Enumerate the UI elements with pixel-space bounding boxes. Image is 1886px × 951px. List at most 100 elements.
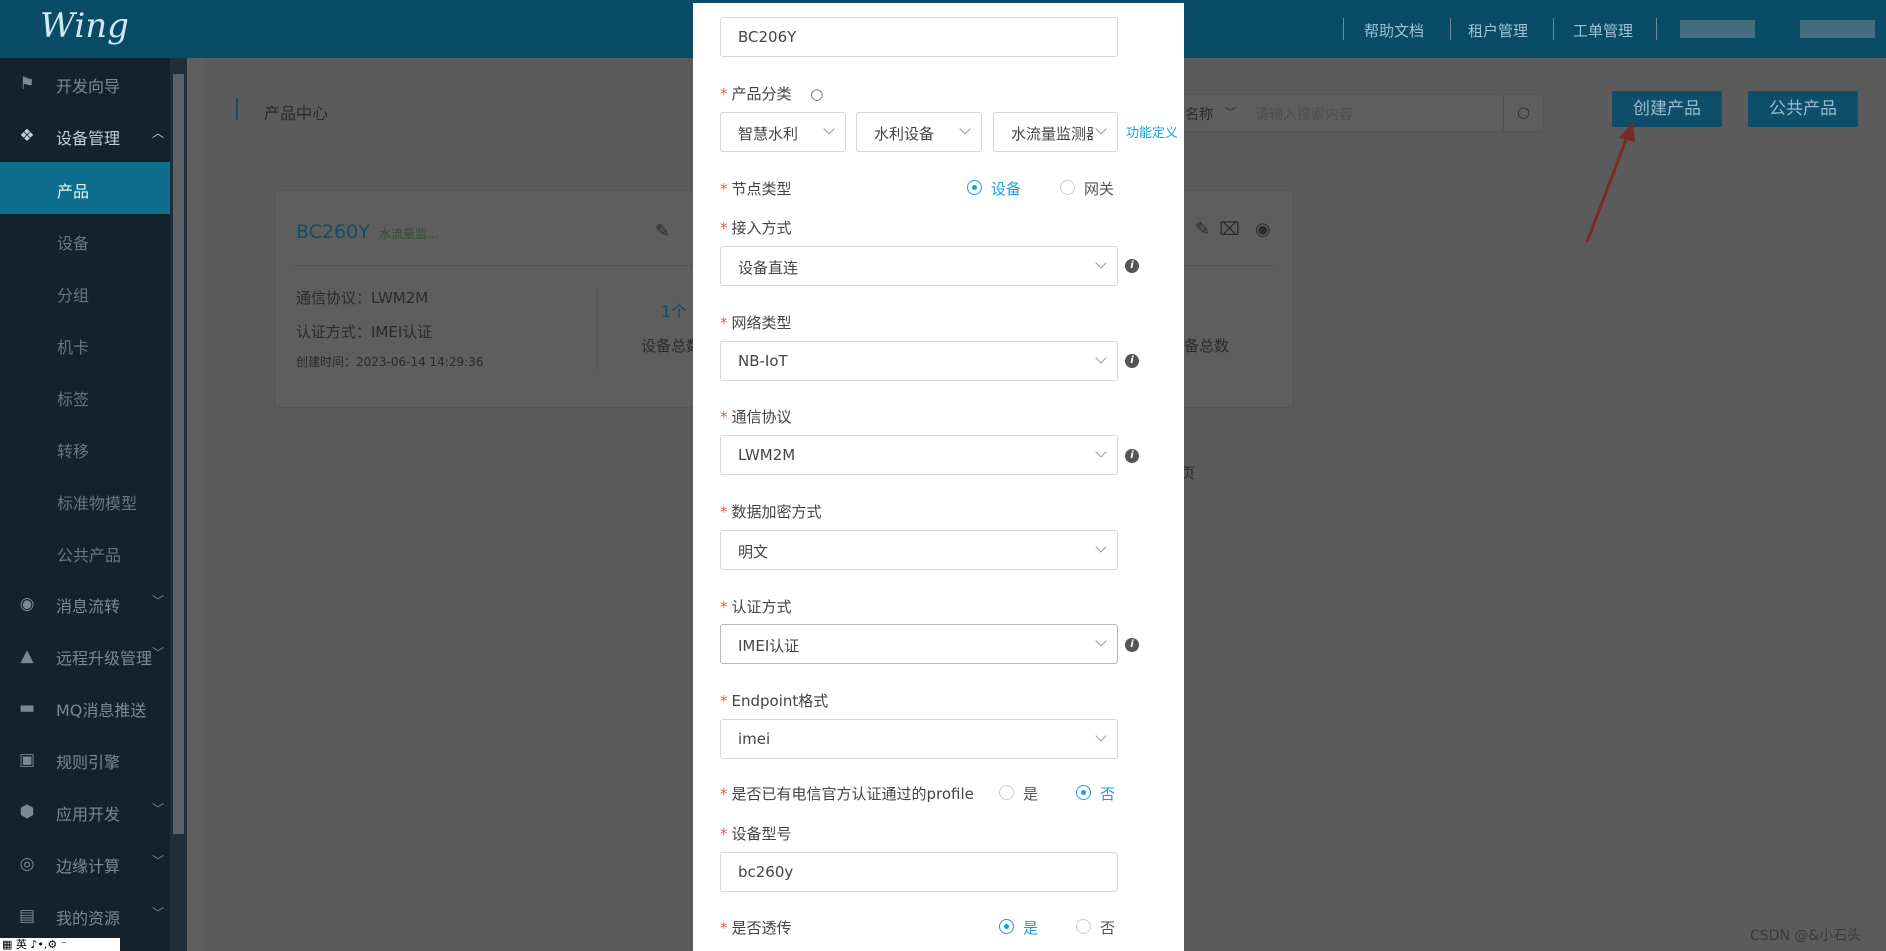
red-arrow-annotation [1585, 122, 1635, 243]
divider [597, 289, 598, 369]
chevron-down-icon [1095, 446, 1107, 458]
auth-method-select[interactable]: IMEI认证 [720, 624, 1118, 664]
divider [1343, 18, 1344, 40]
sidebar-subitem-product[interactable]: 产品 [0, 162, 187, 214]
create-product-dialog: BC206Y * 产品分类 ○ 智慧水利 水利设备 水流量监测器 功能定义 * 节点… [693, 3, 1184, 951]
device-model-input[interactable]: bc260y [720, 852, 1118, 892]
edit-icon[interactable]: ✎ [655, 221, 670, 242]
grid-icon: ❖ [19, 126, 35, 146]
sidebar-item-remote-upgrade[interactable]: ▲ 远程升级管理 ﹀ [0, 630, 187, 682]
protocol-label: * 通信协议 [720, 408, 792, 426]
sidebar-subitem-sim-card[interactable]: 机卡 [0, 318, 187, 370]
access-method-select[interactable]: 设备直连 [720, 246, 1118, 286]
protocol-select[interactable]: LWM2M [720, 435, 1118, 475]
resource-icon: ▤ [18, 906, 36, 926]
chevron-down-icon [1095, 257, 1107, 269]
scrollbar-thumb[interactable] [173, 74, 184, 834]
product-name-input[interactable]: BC206Y [720, 17, 1118, 57]
help-docs-link[interactable]: 帮助文档 [1364, 20, 1424, 41]
search-input[interactable]: 请输入搜索内容 [1255, 104, 1353, 124]
category-level3-select[interactable]: 水流量监测器 [993, 112, 1118, 152]
chevron-up-icon: ︿ [152, 126, 165, 140]
sidebar-item-message-flow[interactable]: ◉ 消息流转 ﹀ [0, 578, 187, 630]
public-product-button[interactable]: 公共产品 [1748, 91, 1858, 127]
info-icon[interactable]: i [1125, 259, 1139, 273]
rule-icon: ▣ [18, 750, 36, 770]
network-type-select[interactable]: NB-IoT [720, 341, 1118, 381]
info-icon[interactable]: i [1125, 638, 1139, 652]
chevron-down-icon: ﹀ [152, 854, 165, 868]
function-definition-link[interactable]: 功能定义 [1126, 122, 1178, 141]
chevron-down-icon [1095, 123, 1107, 135]
chevron-down-icon [823, 123, 835, 135]
info-icon[interactable]: i [1125, 354, 1139, 368]
search-icon[interactable]: ○ [1517, 103, 1530, 121]
grid-icon: ▦ [2, 938, 13, 951]
sidebar-item-my-resources[interactable]: ▤ 我的资源 ﹀ [0, 890, 187, 942]
sidebar-subitem-standard-model[interactable]: 标准物模型 [0, 474, 187, 526]
blurred-user-info[interactable] [1680, 20, 1755, 38]
sidebar-subitem-tag[interactable]: 标签 [0, 370, 187, 422]
device-count-label: 设备总数 [641, 337, 702, 355]
chat-icon: ▬ [18, 698, 36, 718]
sidebar-subitem-device[interactable]: 设备 [0, 214, 187, 266]
divider [1553, 18, 1554, 40]
signpost-icon: ⚑ [19, 74, 35, 94]
chevron-down-icon: ﹀ [1225, 106, 1236, 119]
chevron-down-icon: ﹀ [152, 906, 165, 920]
product-card-protocol: 通信协议：LWM2M [296, 289, 429, 307]
search-bar[interactable]: 名称 ﹀ 请输入搜索内容 ○ [1174, 94, 1544, 132]
product-card-name[interactable]: BC260Y [296, 221, 370, 243]
wing-logo[interactable]: Wing [40, 6, 129, 46]
device-count-label-right: 备总数 [1184, 337, 1230, 355]
sidebar-item-app-dev[interactable]: ⬢ 应用开发 ﹀ [0, 786, 187, 838]
product-card-tag: 水流量监... [379, 227, 439, 241]
divider [1450, 18, 1451, 40]
sidebar-scrollbar[interactable] [170, 58, 187, 951]
category-level2-select[interactable]: 水利设备 [856, 112, 982, 152]
profile-certified-label: * 是否已有电信官方认证通过的profile [720, 785, 974, 803]
sidebar-item-rule-engine[interactable]: ▣ 规则引擎 [0, 734, 187, 786]
search-icon[interactable]: ○ [810, 85, 823, 103]
auth-method-label: * 认证方式 [720, 598, 792, 616]
ticket-management-link[interactable]: 工单管理 [1573, 20, 1633, 41]
chevron-down-icon [1095, 635, 1107, 647]
device-model-label: * 设备型号 [720, 825, 792, 843]
title-accent [236, 98, 238, 120]
passthrough-label: * 是否透传 [720, 919, 792, 937]
info-icon[interactable]: i [1125, 449, 1139, 463]
chevron-down-icon [1095, 352, 1107, 364]
sidebar-subitem-public-product[interactable]: 公共产品 [0, 526, 187, 578]
sidebar-item-dev-guide[interactable]: ⚑ 开发向导 [0, 58, 187, 110]
blurred-account[interactable] [1800, 20, 1875, 38]
encryption-label: * 数据加密方式 [720, 503, 822, 521]
sidebar-item-mq-push[interactable]: ▬ MQ消息推送 [0, 682, 187, 734]
settings-icon: ♪•,⚙ ⁻ [30, 938, 67, 951]
chevron-down-icon: ﹀ [152, 646, 165, 660]
chevron-down-icon [1095, 730, 1107, 742]
sidebar-subitem-group[interactable]: 分组 [0, 266, 187, 318]
signal-icon[interactable]: ◉ [1255, 219, 1271, 240]
sidebar-subitem-transfer[interactable]: 转移 [0, 422, 187, 474]
chevron-down-icon [1095, 541, 1107, 553]
message-flow-icon: ◉ [19, 594, 35, 614]
network-type-label: * 网络类型 [720, 314, 792, 332]
ime-toolbar[interactable]: ▦ 英 ♪•,⚙ ⁻ [0, 938, 120, 951]
tenant-management-link[interactable]: 租户管理 [1468, 20, 1528, 41]
device-count-value: 1个 [661, 302, 688, 321]
page-title: 产品中心 [264, 104, 329, 123]
product-card-auth: 认证方式：IMEI认证 [296, 323, 433, 341]
category-label: * 产品分类 ○ [720, 85, 824, 103]
sidebar-item-edge-computing[interactable]: ◎ 边缘计算 ﹀ [0, 838, 187, 890]
chevron-down-icon: ﹀ [152, 802, 165, 816]
sidebar-item-device-management[interactable]: ❖ 设备管理 ︿ [0, 110, 187, 162]
watermark: CSDN @&小石头 [1750, 928, 1862, 944]
search-field-select[interactable]: 名称 [1185, 104, 1213, 124]
category-level1-select[interactable]: 智慧水利 [720, 112, 846, 152]
trash-icon[interactable]: ⌧ [1219, 219, 1240, 240]
edit-icon[interactable]: ✎ [1195, 219, 1210, 240]
edge-icon: ◎ [19, 854, 35, 874]
endpoint-format-select[interactable]: imei [720, 719, 1118, 759]
product-card-created: 创建时间：2023-06-14 14:29:36 [296, 355, 484, 369]
encryption-select[interactable]: 明文 [720, 530, 1118, 570]
